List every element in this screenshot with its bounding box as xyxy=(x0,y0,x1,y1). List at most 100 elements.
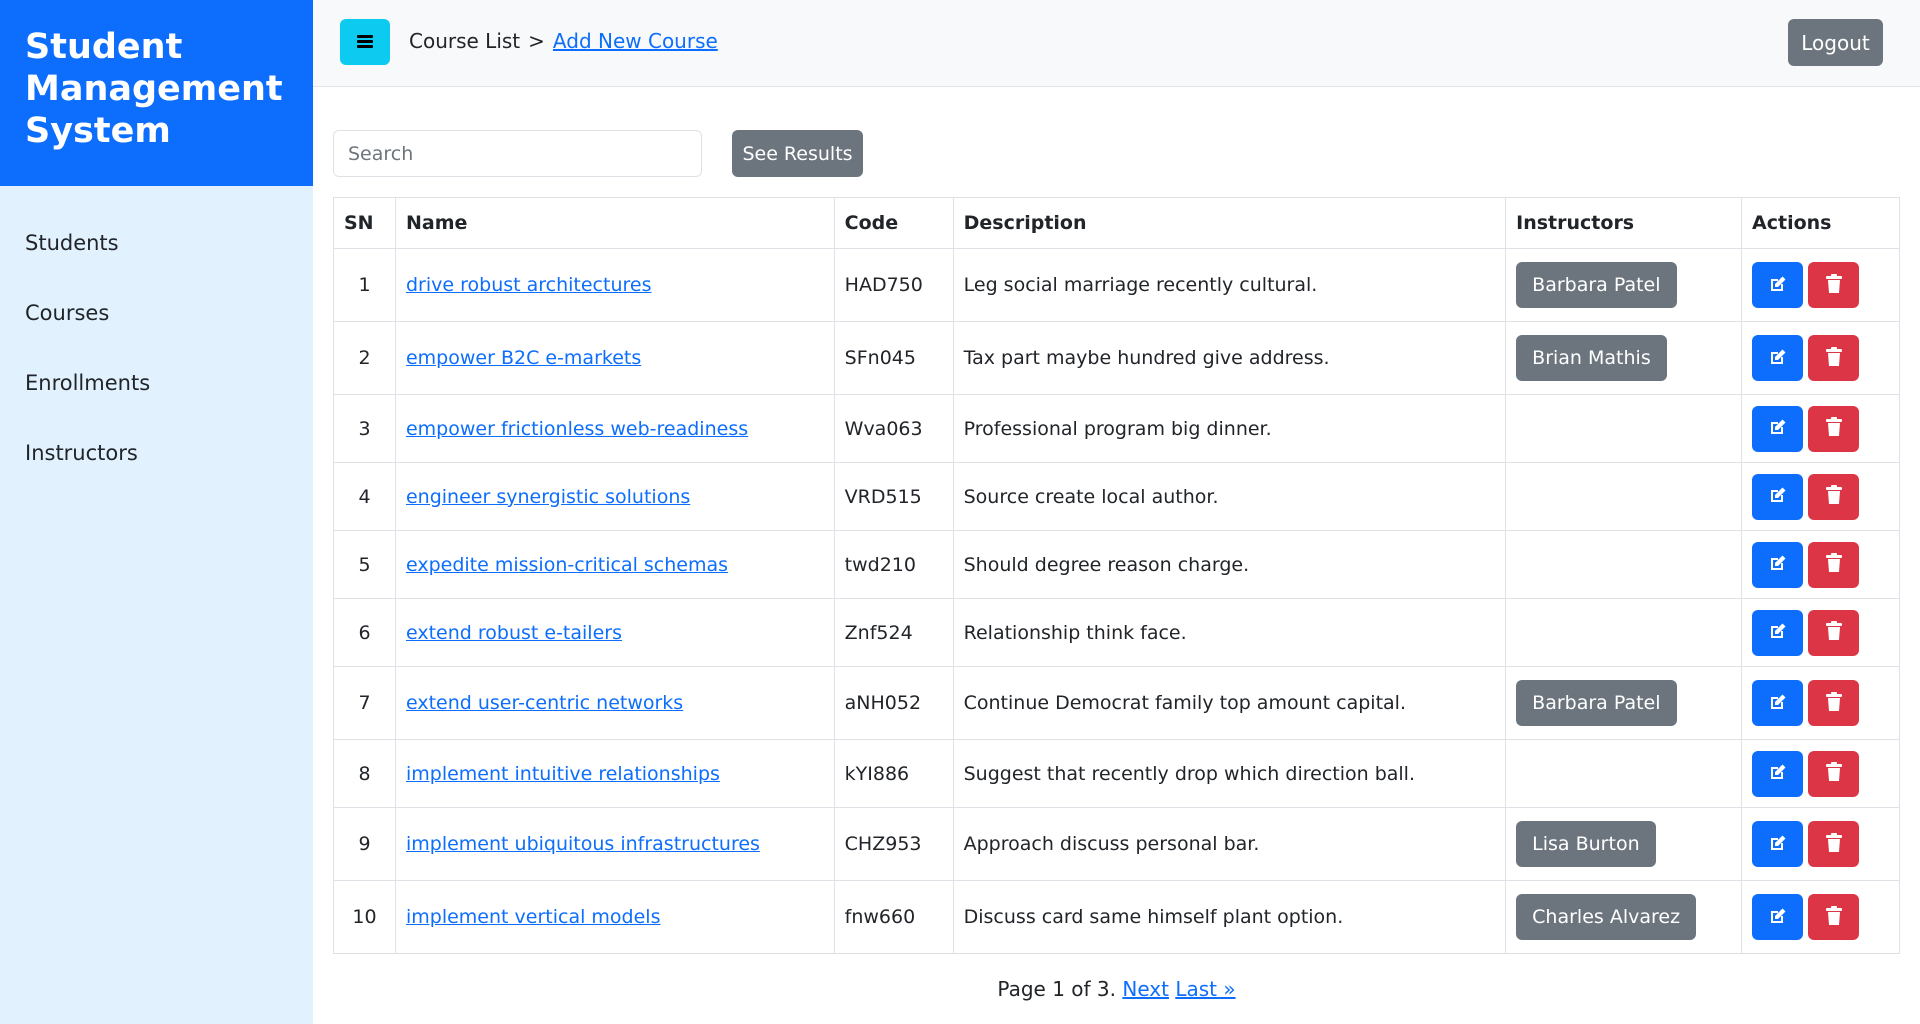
trash-icon xyxy=(1825,905,1843,929)
table-row: 4 engineer synergistic solutions VRD515 Sou… xyxy=(333,462,1900,531)
next-page-link[interactable]: Next xyxy=(1122,977,1169,1001)
see-results-button[interactable]: See Results xyxy=(732,130,863,177)
course-name-link[interactable]: extend user-centric networks xyxy=(406,692,683,714)
cell-name: drive robust architectures xyxy=(394,248,835,322)
trash-icon xyxy=(1825,762,1843,785)
edit-button[interactable] xyxy=(1752,262,1804,308)
sidebar-item-enrollments[interactable]: Enrollments xyxy=(0,362,313,432)
cell-name: engineer synergistic solutions xyxy=(394,462,835,531)
cell-instructors xyxy=(1505,530,1743,599)
edit-button[interactable] xyxy=(1752,680,1804,726)
edit-button[interactable] xyxy=(1752,894,1804,940)
trash-icon xyxy=(1825,691,1843,715)
column-header-actions: Actions xyxy=(1741,197,1900,249)
delete-button[interactable] xyxy=(1808,262,1860,308)
trash-icon xyxy=(1825,417,1843,440)
edit-button[interactable] xyxy=(1752,821,1804,867)
table-row: 6 extend robust e-tailers Znf524 Relationsh… xyxy=(333,598,1900,667)
course-name-link[interactable]: engineer synergistic solutions xyxy=(406,486,690,508)
pagination: Page 1 of 3. Next Last » xyxy=(313,977,1920,1001)
delete-button[interactable] xyxy=(1808,680,1860,726)
trash-icon xyxy=(1825,832,1843,856)
course-name-link[interactable]: empower B2C e-markets xyxy=(406,347,641,369)
delete-button[interactable] xyxy=(1808,473,1860,520)
cell-sn: 2 xyxy=(333,321,396,395)
column-header-code: Code xyxy=(833,197,954,249)
last-page-link[interactable]: Last » xyxy=(1175,977,1235,1001)
cell-instructors xyxy=(1505,462,1743,531)
course-name-link[interactable]: empower frictionless web-readiness xyxy=(406,418,748,440)
table-row: 8 implement intuitive relationships kYI886… xyxy=(333,739,1900,808)
edit-icon xyxy=(1768,833,1788,856)
brand-title: Student Management System xyxy=(0,0,313,186)
course-name-link[interactable]: extend robust e-tailers xyxy=(406,622,622,644)
sidebar-item-students[interactable]: Students xyxy=(0,222,313,292)
cell-code: twd210 xyxy=(833,530,954,599)
cell-instructors: Charles Alvarez xyxy=(1505,880,1743,954)
table-header-row: SN Name Code Description Instructors Act… xyxy=(333,197,1900,249)
course-name-link[interactable]: implement vertical models xyxy=(406,906,661,928)
menu-toggle-button[interactable] xyxy=(340,19,390,65)
delete-button[interactable] xyxy=(1808,894,1860,940)
trash-icon xyxy=(1825,273,1843,297)
course-name-link[interactable]: expedite mission-critical schemas xyxy=(406,554,728,576)
cell-description: Leg social marriage recently cultural. xyxy=(952,248,1507,322)
trash-icon xyxy=(1825,621,1843,644)
cell-actions xyxy=(1741,462,1900,531)
cell-code: VRD515 xyxy=(833,462,954,531)
edit-icon xyxy=(1768,762,1788,785)
delete-button[interactable] xyxy=(1808,821,1860,867)
top-header: Course List > Add New Course Logout xyxy=(313,0,1920,87)
cell-sn: 7 xyxy=(333,666,396,740)
table-row: 5 expedite mission-critical schemas twd210… xyxy=(333,530,1900,599)
instructor-badge[interactable]: Lisa Burton xyxy=(1516,821,1656,867)
sidebar-item-instructors[interactable]: Instructors xyxy=(0,432,313,502)
table-row: 10 implement vertical models fnw660 Discuss… xyxy=(333,880,1900,954)
column-header-name: Name xyxy=(394,197,835,249)
cell-sn: 1 xyxy=(333,248,396,322)
edit-button[interactable] xyxy=(1752,335,1804,381)
cell-description: Suggest that recently drop which directi… xyxy=(952,739,1507,808)
instructor-badge[interactable]: Barbara Patel xyxy=(1516,262,1677,308)
course-name-link[interactable]: drive robust architectures xyxy=(406,274,652,296)
add-new-course-link[interactable]: Add New Course xyxy=(553,29,718,53)
breadcrumb-root: Course List xyxy=(409,29,521,53)
edit-icon xyxy=(1768,906,1788,929)
cell-actions xyxy=(1741,739,1900,808)
edit-icon xyxy=(1768,347,1788,370)
edit-icon xyxy=(1768,553,1788,576)
sidebar-item-courses[interactable]: Courses xyxy=(0,292,313,362)
cell-sn: 6 xyxy=(333,598,396,667)
logout-button[interactable]: Logout xyxy=(1788,19,1883,66)
edit-button[interactable] xyxy=(1752,405,1804,452)
cell-sn: 5 xyxy=(333,530,396,599)
cell-code: fnw660 xyxy=(833,880,954,954)
delete-button[interactable] xyxy=(1808,541,1860,588)
brand-line: Management xyxy=(25,69,283,109)
delete-button[interactable] xyxy=(1808,405,1860,452)
instructor-badge[interactable]: Barbara Patel xyxy=(1516,680,1677,726)
cell-description: Relationship think face. xyxy=(952,598,1507,667)
column-header-instructors: Instructors xyxy=(1505,197,1743,249)
edit-button[interactable] xyxy=(1752,541,1804,588)
table-body: 1 drive robust architectures HAD750 Leg soc… xyxy=(333,248,1900,954)
edit-icon xyxy=(1768,621,1788,644)
cell-name: implement ubiquitous infrastructures xyxy=(394,807,835,881)
edit-button[interactable] xyxy=(1752,750,1804,797)
delete-button[interactable] xyxy=(1808,335,1860,381)
delete-button[interactable] xyxy=(1808,750,1860,797)
cell-actions xyxy=(1741,530,1900,599)
course-name-link[interactable]: implement intuitive relationships xyxy=(406,763,720,785)
brand-line: Student xyxy=(25,27,183,67)
instructor-badge[interactable]: Brian Mathis xyxy=(1516,335,1667,381)
cell-actions xyxy=(1741,321,1900,395)
search-input[interactable] xyxy=(333,130,702,177)
delete-button[interactable] xyxy=(1808,609,1860,656)
instructor-badge[interactable]: Charles Alvarez xyxy=(1516,894,1697,940)
edit-button[interactable] xyxy=(1752,609,1804,656)
course-name-link[interactable]: implement ubiquitous infrastructures xyxy=(406,833,760,855)
cell-description: Professional program big dinner. xyxy=(952,394,1507,463)
cell-code: SFn045 xyxy=(833,321,954,395)
edit-button[interactable] xyxy=(1752,473,1804,520)
cell-actions xyxy=(1741,666,1900,740)
